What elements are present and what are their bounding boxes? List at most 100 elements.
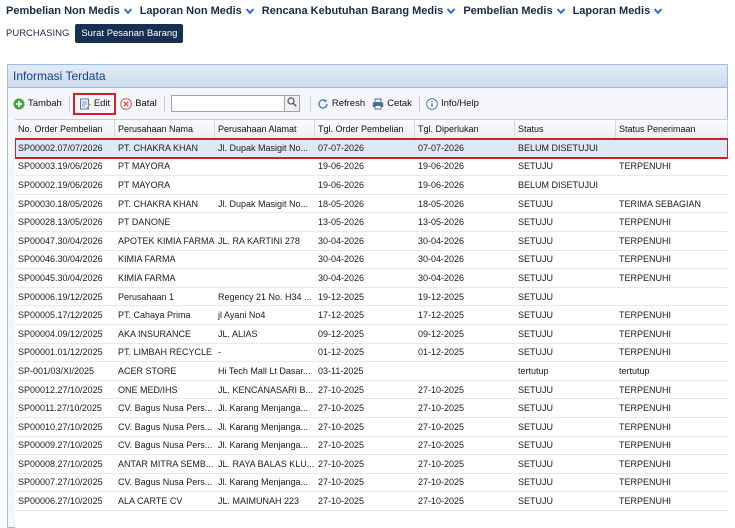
column-header[interactable]: Perusahaan Alamat <box>215 120 315 138</box>
toolbar-divider <box>418 95 420 112</box>
table-row[interactable]: SP00012.27/10/2025 ONE MED/IHS JL. KENCANA… <box>15 381 728 400</box>
table-cell: 27-10-2025 <box>418 477 465 488</box>
edit-document-icon <box>79 98 91 110</box>
table-row[interactable]: SP00028.13/05/2026 PT DANONE 13-05-2026 13-… <box>15 213 728 232</box>
nav-rencana-kebutuhan[interactable]: Rencana Kebutuhan Barang Medis <box>262 5 457 17</box>
table-row[interactable]: SP00001.01/12/2025 PT. LIMBAH RECYCLE - 01-… <box>15 344 728 363</box>
table-row[interactable]: SP00006.19/12/2025 Perusahaan 1 Regency 21… <box>15 288 728 307</box>
table-cell: 09-12-2025 <box>418 328 465 339</box>
table-cell: tertutup <box>518 365 549 376</box>
column-header[interactable]: Status <box>515 120 616 138</box>
table-cell: PT MAYORA <box>118 179 171 190</box>
search-input[interactable] <box>170 95 285 112</box>
table-row[interactable]: SP00003.19/06/2026 PT MAYORA 19-06-2026 19-… <box>15 158 728 177</box>
table-cell: Jl. Karang Menjanga... <box>218 477 309 488</box>
column-header[interactable]: Status Penerimaan <box>616 120 728 138</box>
table-cell: CV. Bagus Nusa Pers... <box>118 440 213 451</box>
nav-label: Pembelian Medis <box>463 5 553 17</box>
cancel-button[interactable]: Batal <box>120 97 157 110</box>
table-cell: SETUJU <box>518 198 554 209</box>
table-cell: 30-04-2026 <box>418 235 465 246</box>
table-cell: tertutup <box>619 365 650 376</box>
table-row[interactable]: SP00011.27/10/2025 CV. Bagus Nusa Pers...… <box>15 399 728 418</box>
table-cell: 27-10-2025 <box>318 403 365 414</box>
column-header[interactable]: Perusahaan Nama <box>115 120 215 138</box>
table-cell <box>215 176 315 194</box>
table-row[interactable]: SP00007.27/10/2025 CV. Bagus Nusa Pers...… <box>15 474 728 493</box>
table-cell: CV. Bagus Nusa Pers... <box>118 421 213 432</box>
refresh-button[interactable]: Refresh <box>317 98 365 110</box>
column-header[interactable]: No. Order Pembelian <box>15 120 115 138</box>
magnifier-icon <box>287 97 297 110</box>
table-cell: SP00002.07/07/2026 <box>18 142 103 153</box>
table-cell: 30-04-2026 <box>318 235 365 246</box>
search-button[interactable] <box>284 95 300 112</box>
table-cell: SETUJU <box>518 458 554 469</box>
breadcrumb-section[interactable]: PURCHASING <box>6 28 69 39</box>
column-header[interactable]: Tgl. Diperlukan <box>415 120 515 138</box>
table-cell: KIMIA FARMA <box>118 272 176 283</box>
table-row[interactable]: SP00004.09/12/2025 AKA INSURANCE JL. ALIAS… <box>15 325 728 344</box>
toolbar-divider <box>163 95 165 112</box>
chevron-down-icon <box>653 6 663 16</box>
table-cell: Perusahaan 1 <box>118 291 175 302</box>
table-cell: SP00006.19/12/2025 <box>18 291 103 302</box>
table-cell: TERPENUHI <box>619 235 672 246</box>
table-row[interactable]: SP00009.27/10/2025 CV. Bagus Nusa Pers...… <box>15 437 728 456</box>
table-row[interactable]: SP00006.27/10/2025 ALA CARTE CV JL. MAIMUN… <box>15 492 728 511</box>
edit-button[interactable]: Edit <box>72 92 117 115</box>
table-row[interactable]: SP00002.19/06/2026 PT MAYORA 19-06-2026 19-… <box>15 176 728 195</box>
table-cell: SETUJU <box>518 477 554 488</box>
table-cell: JL. RA KARTINI 278 <box>218 235 300 246</box>
table-cell: ANTAR MITRA SEMB... <box>118 458 214 469</box>
table-cell: TERPENUHI <box>619 254 672 265</box>
nav-pembelian-medis[interactable]: Pembelian Medis <box>463 5 565 17</box>
printer-icon <box>372 98 384 110</box>
table-cell: 27-10-2025 <box>318 458 365 469</box>
table-cell: SETUJU <box>518 328 554 339</box>
edit-label: Edit <box>93 98 111 109</box>
table-cell: 19-06-2026 <box>418 161 465 172</box>
table-cell: SETUJU <box>518 496 554 507</box>
chevron-down-icon <box>446 6 456 16</box>
table-cell: JL. KENCANASARI B... <box>218 384 314 395</box>
table-row[interactable]: SP00005.17/12/2025 PT. Cahaya Prima jl Aya… <box>15 306 728 325</box>
table-row[interactable]: SP00046.30/04/2026 KIMIA FARMA 30-04-2026 3… <box>15 251 728 270</box>
cancel-x-icon <box>120 97 132 110</box>
table-cell: TERIMA SEBAGIAN <box>619 198 702 209</box>
table-cell: PT DANONE <box>118 217 171 228</box>
table-row[interactable]: SP00047.30/04/2026 APOTEK KIMIA FARMA JL. … <box>15 232 728 251</box>
table-row[interactable]: SP-001/03/XI/2025 ACER STORE Hi Tech Mall … <box>15 362 728 381</box>
breadcrumb-current[interactable]: Surat Pesanan Barang <box>75 23 184 43</box>
table-cell: CV. Bagus Nusa Pers... <box>118 477 213 488</box>
table-cell: SP00002.19/06/2026 <box>18 179 103 190</box>
table-cell: 13-05-2026 <box>318 217 365 228</box>
nav-pembelian-non-medis[interactable]: Pembelian Non Medis <box>6 5 133 17</box>
table-cell: SP00009.27/10/2025 <box>18 440 103 451</box>
table-cell: SETUJU <box>518 161 554 172</box>
table-row-selected[interactable]: SP00002.07/07/2026 PT. CHAKRA KHAN Jl. Dup… <box>15 138 728 159</box>
table-body: SP00002.07/07/2026 PT. CHAKRA KHAN Jl. Dup… <box>15 138 728 511</box>
table-cell: TERPENUHI <box>619 161 672 172</box>
table-cell: SETUJU <box>518 217 554 228</box>
nav-laporan-non-medis[interactable]: Laporan Non Medis <box>140 5 255 17</box>
table-cell: SP00007.27/10/2025 <box>18 477 103 488</box>
table-row[interactable]: SP00030.18/05/2026 PT. CHAKRA KHAN Jl. Dup… <box>15 195 728 214</box>
toolbar-divider <box>309 95 311 112</box>
table-cell: 07-07-2026 <box>318 142 365 153</box>
table-cell: 03-11-2025 <box>318 365 364 376</box>
table-cell: TERPENUHI <box>619 217 672 228</box>
table-cell: SP-001/03/XI/2025 <box>18 365 95 376</box>
print-button[interactable]: Cetak <box>372 98 412 110</box>
table-cell: Jl. Dupak Masigit No... <box>218 142 309 153</box>
column-header[interactable]: Tgl. Order Pembelian <box>315 120 415 138</box>
table-row[interactable]: SP00045.30/04/2026 KIMIA FARMA 30-04-2026 3… <box>15 269 728 288</box>
add-button[interactable]: Tambah <box>13 98 62 110</box>
table-cell <box>616 176 728 194</box>
nav-laporan-medis[interactable]: Laporan Medis <box>573 5 664 17</box>
table-row[interactable]: SP00008.27/10/2025 ANTAR MITRA SEMB... JL.… <box>15 455 728 474</box>
table-row[interactable]: SP00010.27/10/2025 CV. Bagus Nusa Pers...… <box>15 418 728 437</box>
table-cell: 19-06-2026 <box>318 179 365 190</box>
table-cell: 27-10-2025 <box>418 440 465 451</box>
info-help-button[interactable]: Info/Help <box>426 97 479 110</box>
